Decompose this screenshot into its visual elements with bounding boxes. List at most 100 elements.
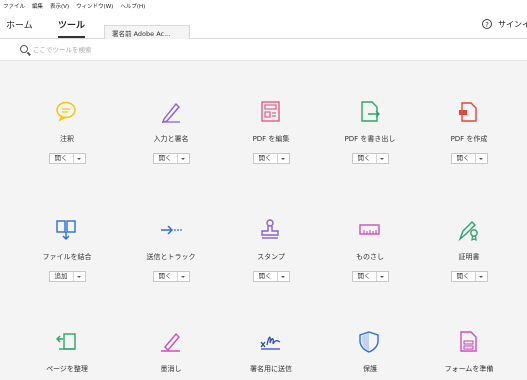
tool-open-button[interactable]: 開く	[353, 272, 377, 281]
tool-open-button[interactable]: 開く	[154, 272, 178, 281]
tool-export-pdf[interactable]: PDF を書き出し開く	[325, 100, 415, 164]
tool-protect[interactable]: 保護	[325, 330, 415, 374]
tab-tools[interactable]: ツール	[58, 18, 85, 31]
tool-edit-pdf[interactable]: PDF を編集 開く	[226, 100, 316, 164]
tool-options-dropdown[interactable]	[74, 272, 85, 281]
tool-options-dropdown[interactable]	[377, 154, 388, 163]
tool-open-button[interactable]: 開く	[254, 272, 278, 281]
tab-bar: ホーム ツール 署名前 Adobe Ac... ? サインイン	[0, 12, 527, 39]
tool-options-dropdown[interactable]	[476, 154, 487, 163]
tool-action-button: 開く	[152, 271, 190, 282]
tool-comment[interactable]: 注釈開く	[22, 100, 112, 164]
tool-label: 送信とトラック	[146, 253, 196, 261]
tool-action-button: 開く	[152, 153, 190, 164]
tool-open-button[interactable]: 開く	[452, 154, 476, 163]
tool-action-button: 開く	[450, 271, 488, 282]
export-pdf-icon	[361, 101, 380, 122]
tool-open-button[interactable]: 開く	[50, 154, 74, 163]
tool-action-button: 開く	[351, 153, 389, 164]
tool-label: 墨消し	[160, 365, 182, 373]
menu-help[interactable]: ヘルプ(H)	[120, 2, 145, 10]
tab-document[interactable]: 署名前 Adobe Ac...	[104, 25, 190, 39]
menu-window[interactable]: ウィンドウ(W)	[76, 2, 113, 10]
chevron-down-icon	[380, 157, 384, 160]
tool-combine-files[interactable]: ファイルを結合追加	[22, 218, 112, 282]
stamp-icon	[261, 219, 279, 239]
send-for-signature-icon	[260, 336, 281, 350]
tool-send-track[interactable]: 送信とトラック開く	[126, 218, 216, 282]
tool-certificate[interactable]: 証明書開く	[424, 218, 514, 282]
menu-bar: ファイル 編集 表示(V) ウィンドウ(W) ヘルプ(H)	[0, 0, 527, 12]
combine-files-icon	[56, 220, 76, 240]
tool-label: PDF を書き出し	[344, 135, 396, 143]
chevron-down-icon	[77, 157, 81, 160]
comment-icon	[56, 101, 76, 122]
tool-label: 保護	[363, 365, 377, 373]
chevron-down-icon	[380, 275, 384, 278]
chevron-down-icon	[281, 275, 285, 278]
tool-organize-pages[interactable]: ページを整理	[22, 330, 112, 374]
active-tab-indicator	[58, 36, 85, 38]
tool-options-dropdown[interactable]	[278, 154, 289, 163]
protect-icon	[359, 331, 379, 353]
tool-action-button: 開く	[351, 271, 389, 282]
tool-label: スタンプ	[257, 253, 285, 261]
tool-label: PDF を作成	[450, 135, 488, 143]
chevron-down-icon	[181, 157, 185, 160]
document-tab-label: 署名前 Adobe Ac...	[112, 29, 171, 38]
tool-label: 署名用に送信	[250, 365, 292, 373]
tool-action-button: 開く	[252, 271, 290, 282]
tool-options-dropdown[interactable]	[74, 154, 85, 163]
tool-open-button[interactable]: 開く	[154, 154, 178, 163]
menu-edit[interactable]: 編集	[32, 2, 43, 10]
chevron-down-icon	[479, 275, 483, 278]
tab-home[interactable]: ホーム	[6, 18, 33, 31]
tool-open-button[interactable]: 開く	[254, 154, 278, 163]
tool-label: PDF を編集	[252, 135, 290, 143]
tool-send-for-signature[interactable]: 署名用に送信	[226, 330, 316, 374]
chevron-down-icon	[77, 275, 81, 278]
prepare-form-icon	[460, 331, 477, 352]
tool-ruler[interactable]: ものさし 開く	[325, 218, 415, 282]
tool-open-button[interactable]: 開く	[353, 154, 377, 163]
menu-file[interactable]: ファイル	[3, 2, 25, 10]
tool-label: ページを整理	[46, 365, 88, 373]
chevron-down-icon	[281, 157, 285, 160]
tool-options-dropdown[interactable]	[476, 272, 487, 281]
tool-action-button: 開く	[252, 153, 290, 164]
organize-pages-icon	[56, 333, 76, 350]
tool-options-dropdown[interactable]	[377, 272, 388, 281]
tool-action-button: 追加	[48, 271, 86, 282]
edit-pdf-icon	[261, 101, 280, 122]
tool-label: 証明書	[458, 253, 480, 261]
certificate-icon	[458, 221, 478, 242]
tool-action-button: 開く	[48, 153, 86, 164]
chevron-down-icon	[181, 275, 185, 278]
create-pdf-icon	[459, 102, 477, 122]
tool-open-button[interactable]: 開く	[452, 272, 476, 281]
tool-open-button[interactable]: 追加	[50, 272, 74, 281]
menu-view[interactable]: 表示(V)	[50, 2, 69, 10]
tool-fill-sign[interactable]: 入力と署名 開く	[126, 100, 216, 164]
tool-label: 入力と署名	[153, 135, 189, 143]
redact-icon	[161, 332, 180, 352]
tool-redact[interactable]: 墨消し	[126, 330, 216, 374]
tool-label: 注釈	[60, 135, 74, 143]
tool-label: ファイルを結合	[42, 253, 92, 261]
tool-options-dropdown[interactable]	[278, 272, 289, 281]
tool-create-pdf[interactable]: PDF を作成 開く	[424, 100, 514, 164]
tool-search-input[interactable]	[33, 44, 233, 55]
ruler-icon	[359, 224, 380, 235]
tool-search-bar	[0, 39, 527, 61]
search-icon	[20, 45, 28, 53]
help-icon[interactable]: ?	[482, 19, 492, 29]
tool-prepare-form[interactable]: フォームを準備	[424, 330, 514, 374]
tool-stamp[interactable]: スタンプ 開く	[226, 218, 316, 282]
signin-link[interactable]: サインイン	[498, 19, 527, 30]
tool-label: フォームを準備	[444, 365, 494, 373]
tool-action-button: 開く	[450, 153, 488, 164]
tool-options-dropdown[interactable]	[178, 272, 189, 281]
send-track-icon	[161, 225, 182, 235]
chevron-down-icon	[479, 157, 483, 160]
tool-options-dropdown[interactable]	[178, 154, 189, 163]
